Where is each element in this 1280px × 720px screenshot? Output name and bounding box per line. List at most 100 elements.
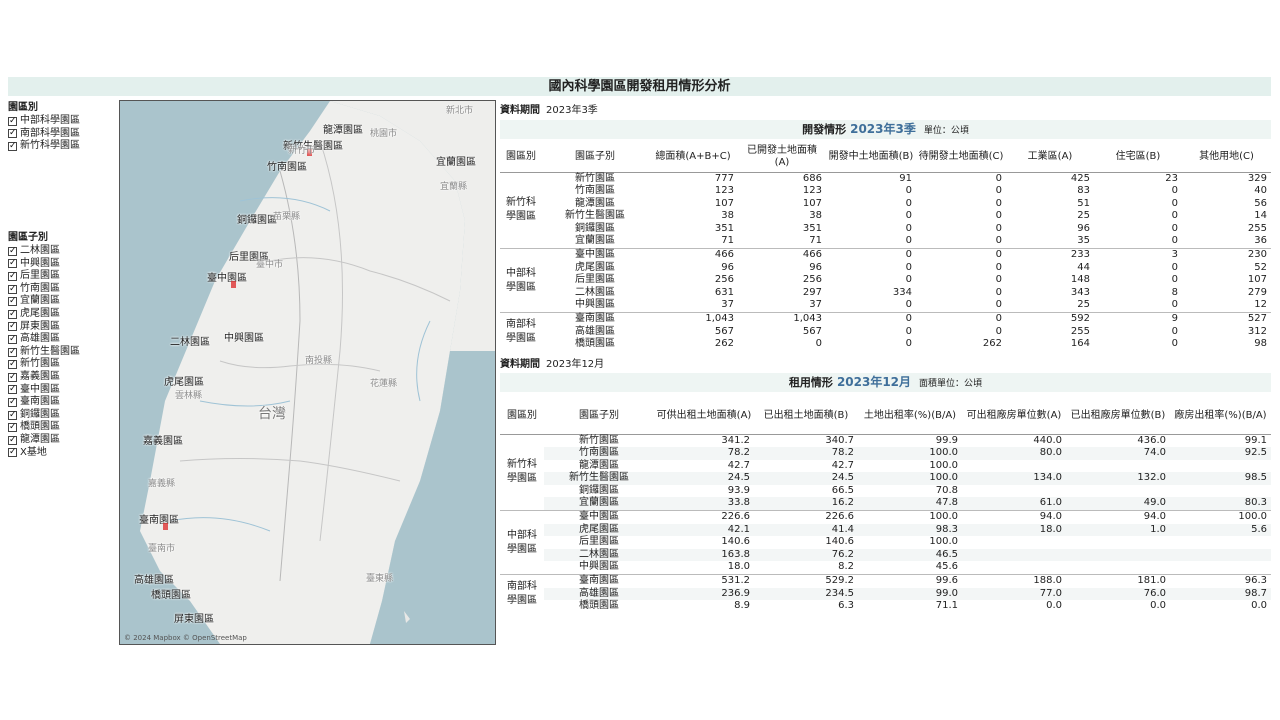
- checkbox[interactable]: [8, 421, 17, 434]
- map-park-label[interactable]: 臺南園區: [139, 511, 179, 526]
- checkbox[interactable]: [8, 333, 17, 346]
- map-park-label[interactable]: 屏東園區: [174, 610, 214, 625]
- map-park-label[interactable]: 二林園區: [170, 333, 210, 348]
- dev-column-header[interactable]: 總面積(A+B+C): [648, 142, 738, 173]
- dev-column-header[interactable]: 工業區(A): [1006, 142, 1094, 173]
- sub-park-filter-item[interactable]: 屏東園區: [8, 320, 80, 334]
- rent-column-header[interactable]: 可出租廠房單位數(A): [962, 398, 1066, 435]
- map-country-label: 台灣: [258, 406, 286, 422]
- sub-park-filter-item[interactable]: 二林園區: [8, 245, 80, 258]
- checkbox[interactable]: [8, 295, 17, 308]
- dev-column-header[interactable]: 已開發土地面積(A): [738, 142, 826, 173]
- checkbox[interactable]: [8, 383, 17, 396]
- sub-park-filter-item[interactable]: X基地: [8, 446, 80, 460]
- rent-column-header[interactable]: 已出租土地面積(B): [754, 398, 858, 435]
- map-park-label[interactable]: 嘉義園區: [143, 432, 183, 447]
- checkbox[interactable]: [8, 308, 17, 320]
- dev-sub-park-cell: 新竹生醫園區: [565, 210, 625, 222]
- dev-column-header[interactable]: 開發中土地面積(B): [826, 142, 916, 173]
- checkbox[interactable]: [8, 434, 17, 446]
- dev-value-cell: 25: [1077, 210, 1090, 222]
- checkbox[interactable]: [8, 320, 17, 333]
- park-filter: 園區別 中部科學園區南部科學園區新竹科學園區: [8, 101, 80, 153]
- rent-column-header[interactable]: 可供出租土地面積(A): [654, 398, 754, 435]
- dev-period: 資料期間 2023年3季: [500, 101, 598, 116]
- checkbox[interactable]: [8, 358, 17, 371]
- sub-park-filter-item[interactable]: 竹南園區: [8, 283, 80, 296]
- sub-park-filter-item[interactable]: 臺南園區: [8, 396, 80, 409]
- sub-park-filter-item[interactable]: 虎尾園區: [8, 308, 80, 321]
- map-park-label[interactable]: 竹南園區: [267, 158, 307, 173]
- sub-park-filter-label: 中興園區: [20, 257, 60, 269]
- sub-park-filter-item[interactable]: 中興園區: [8, 257, 80, 271]
- map-park-marker[interactable]: [231, 281, 236, 288]
- sub-park-filter-item[interactable]: 龍潭園區: [8, 434, 80, 447]
- rent-group-cell: 南部科 學園區: [500, 574, 544, 613]
- dev-value-cell: 0: [1171, 210, 1178, 222]
- checkbox[interactable]: [8, 270, 17, 283]
- park-filter-item[interactable]: 南部科學園區: [8, 127, 80, 141]
- dev-column-header[interactable]: 園區別: [500, 142, 542, 173]
- map-park-label[interactable]: 銅鑼園區: [237, 211, 277, 226]
- dev-column-header[interactable]: 其他用地(C): [1182, 142, 1271, 173]
- dev-sub-park-cell: 新竹園區: [575, 172, 615, 184]
- sub-park-filter-item[interactable]: 銅鑼園區: [8, 409, 80, 422]
- sub-park-filter-item[interactable]: 新竹生醫園區: [8, 346, 80, 359]
- map-park-label[interactable]: 中興園區: [224, 329, 264, 344]
- dev-value-cell: 297: [802, 286, 822, 298]
- sub-park-filter-item[interactable]: 高雄園區: [8, 333, 80, 346]
- dev-value-cell: 0: [916, 248, 1006, 262]
- sub-park-filter-item[interactable]: 嘉義園區: [8, 371, 80, 384]
- map-park-label[interactable]: 虎尾園區: [164, 373, 204, 388]
- dev-value-cell: 14: [1254, 210, 1267, 222]
- checkbox[interactable]: [8, 257, 17, 270]
- rent-section-title: 租用情形: [788, 376, 833, 389]
- dev-value-cell: 1,043: [738, 312, 826, 326]
- rent-table-row: 二林園區 163.8 76.2 46.5: [500, 548, 1271, 562]
- checkbox[interactable]: [8, 283, 17, 295]
- rent-sub-park-cell: 后里園區: [579, 536, 619, 548]
- dev-column-header[interactable]: 住宅區(B): [1094, 142, 1182, 173]
- taiwan-map[interactable]: 龍潭園區 新竹生醫園區 竹南園區 宜蘭園區 銅鑼園區 后里園區 臺中園區 二林園區 中興園區 虎尾…: [119, 100, 496, 645]
- sub-park-filter-item[interactable]: 橋頭園區: [8, 421, 80, 434]
- rent-column-header[interactable]: 廠房出租率(%)(B/A): [1170, 398, 1271, 435]
- rent-column-header[interactable]: 園區別: [500, 398, 544, 435]
- rent-sub-park-cell: 新竹園區: [579, 434, 619, 446]
- checkbox[interactable]: [8, 446, 17, 459]
- rent-value-cell: [1066, 536, 1170, 549]
- rent-column-header[interactable]: 土地出租率(%)(B/A): [858, 398, 962, 435]
- checkbox[interactable]: [8, 346, 17, 358]
- map-park-label[interactable]: 高雄園區: [134, 571, 174, 586]
- map-park-label[interactable]: 龍潭園區: [323, 121, 363, 136]
- map-park-label[interactable]: 橋頭園區: [151, 586, 191, 601]
- sub-park-filter-item[interactable]: 新竹園區: [8, 358, 80, 371]
- sub-park-filter-item[interactable]: 宜蘭園區: [8, 295, 80, 308]
- checkbox[interactable]: [8, 127, 17, 140]
- dev-value-cell: 107: [714, 197, 734, 209]
- checkbox[interactable]: [8, 371, 17, 383]
- dev-value-cell: 56: [1254, 197, 1267, 209]
- rent-column-header[interactable]: 已出租廠房單位數(B): [1066, 398, 1170, 435]
- sub-park-filter-item[interactable]: 臺中園區: [8, 383, 80, 397]
- dev-value-cell: 91: [899, 172, 912, 184]
- sub-park-filter-item[interactable]: 后里園區: [8, 270, 80, 283]
- checkbox[interactable]: [8, 396, 17, 409]
- park-filter-item[interactable]: 中部科學園區: [8, 115, 80, 128]
- rent-column-header[interactable]: 園區子別: [544, 398, 654, 435]
- map-park-label[interactable]: 臺中園區: [207, 269, 247, 284]
- map-park-label[interactable]: 宜蘭園區: [436, 153, 476, 168]
- checkbox[interactable]: [8, 115, 17, 127]
- dev-column-header[interactable]: 園區子別: [542, 142, 648, 173]
- map-park-marker[interactable]: [163, 523, 168, 530]
- dev-value-cell: 51: [1077, 197, 1090, 209]
- rent-value-cell: 529.2: [754, 574, 858, 588]
- dev-column-header[interactable]: 待開發土地面積(C): [916, 142, 1006, 173]
- rent-sub-park-cell: 銅鑼園區: [579, 484, 619, 496]
- dev-sub-park-cell: 臺南園區: [542, 312, 648, 326]
- park-filter-item[interactable]: 新竹科學園區: [8, 140, 80, 153]
- dev-table-row: 銅鑼園區 351 351 0 0 96 0 255: [500, 223, 1271, 236]
- checkbox[interactable]: [8, 245, 17, 257]
- checkbox[interactable]: [8, 409, 17, 421]
- rent-sub-park-cell: 龍潭園區: [579, 459, 619, 471]
- checkbox[interactable]: [8, 140, 17, 153]
